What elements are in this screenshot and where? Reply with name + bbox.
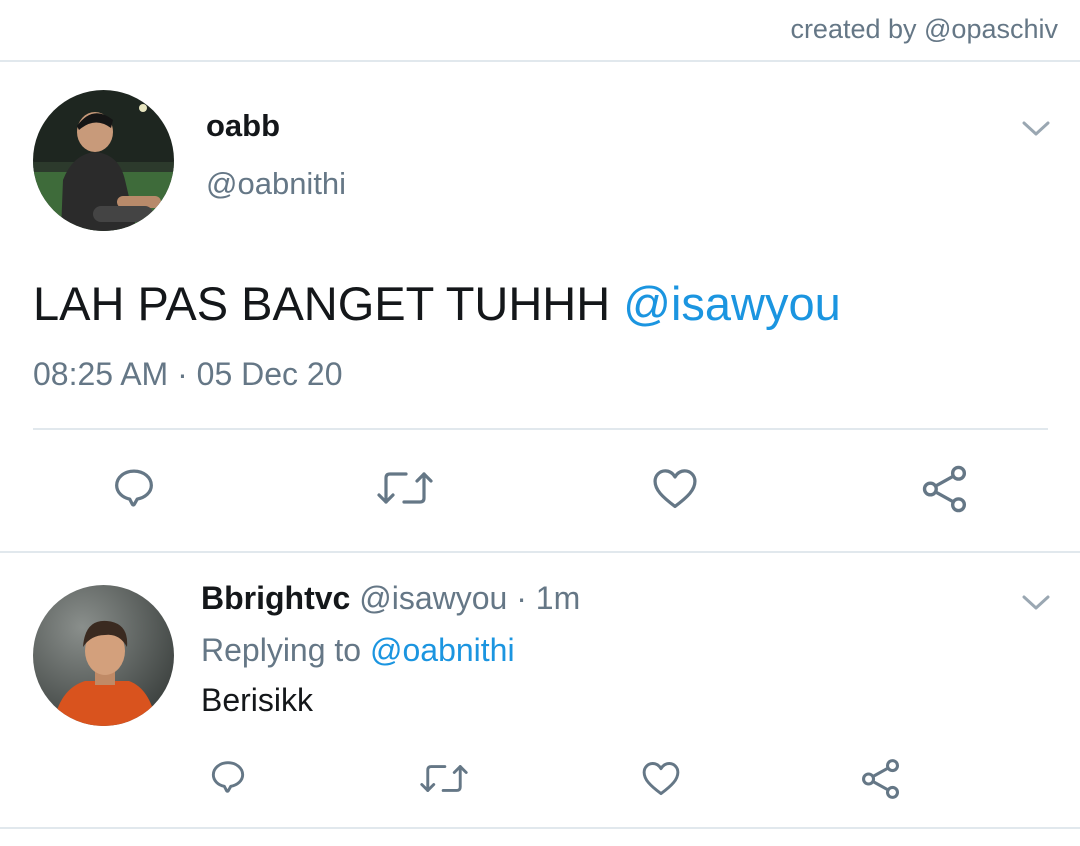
avatar[interactable] <box>33 585 174 726</box>
meta-separator: · <box>516 580 527 616</box>
chevron-down-icon[interactable] <box>1021 119 1051 139</box>
tweet-timestamp: 08:25 AM · 05 Dec 20 <box>33 356 343 393</box>
tweet-time: 08:25 AM <box>33 356 169 392</box>
tweet-body: LAH PAS BANGET TUHHH <box>33 277 611 330</box>
reply-icon[interactable] <box>206 755 250 799</box>
creator-credit: created by @opaschiv <box>790 14 1058 44</box>
mention-link[interactable]: @isawyou <box>623 277 841 330</box>
avatar[interactable] <box>33 90 174 231</box>
heart-icon[interactable] <box>648 462 702 514</box>
tweet-text: Berisikk <box>201 682 314 718</box>
replying-label: Replying to <box>201 632 362 668</box>
heart-icon[interactable] <box>638 756 684 800</box>
bottom-divider <box>0 827 1080 829</box>
display-name[interactable]: Bbrightvc <box>201 580 350 616</box>
display-name[interactable]: oabb <box>206 108 280 144</box>
tweet-age: 1m <box>535 580 581 616</box>
tweet-divider <box>33 428 1048 430</box>
tweet-separator <box>0 551 1080 553</box>
username[interactable]: @isawyou <box>359 580 507 616</box>
avatar-photo <box>33 90 174 231</box>
avatar-photo <box>33 585 174 726</box>
retweet-icon[interactable] <box>419 758 469 799</box>
chevron-down-icon[interactable] <box>1021 593 1051 613</box>
header-divider <box>0 60 1080 62</box>
replying-handle[interactable]: @oabnithi <box>370 632 515 668</box>
tweet-date: 05 Dec 20 <box>196 356 343 392</box>
reply-header: Bbrightvc @isawyou · 1m <box>201 580 580 617</box>
replying-to: Replying to @oabnithi <box>201 632 515 669</box>
reply-icon[interactable] <box>108 462 160 514</box>
share-icon[interactable] <box>918 462 972 516</box>
time-separator: · <box>177 356 188 392</box>
retweet-icon[interactable] <box>376 464 434 512</box>
share-icon[interactable] <box>858 756 904 802</box>
tweet-text: LAH PAS BANGET TUHHH @isawyou <box>33 276 841 331</box>
username[interactable]: @oabnithi <box>206 166 346 202</box>
